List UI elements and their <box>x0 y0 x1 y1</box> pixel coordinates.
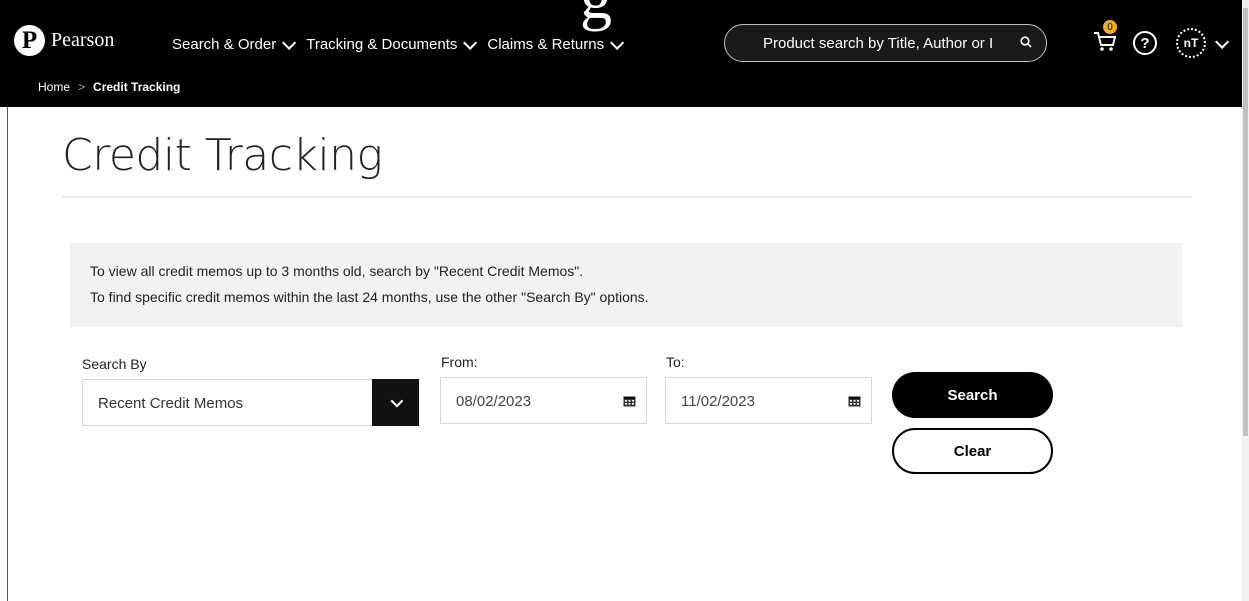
from-date-field[interactable]: 08/02/2023 <box>440 377 647 424</box>
user-avatar[interactable]: nT <box>1176 28 1206 58</box>
from-label: From: <box>441 354 478 370</box>
nav-search-order[interactable]: Search & Order <box>172 35 297 53</box>
search-icon[interactable] <box>1020 36 1032 48</box>
to-label: To: <box>666 354 685 370</box>
pearson-logo-icon: P <box>14 25 45 56</box>
nav-claims-returns-label: Claims & Returns <box>487 36 605 53</box>
pearson-logo-text: Pearson <box>51 29 115 51</box>
to-date-field[interactable]: 11/02/2023 <box>665 377 872 424</box>
breadcrumb: Home > Credit Tracking <box>38 80 180 94</box>
nav-search-order-label: Search & Order <box>172 36 277 53</box>
calendar-icon[interactable] <box>623 395 636 407</box>
page-title: Credit Tracking <box>62 130 383 181</box>
pearson-logo[interactable]: P Pearson <box>14 25 114 56</box>
title-divider <box>62 196 1192 198</box>
chevron-down-icon <box>390 394 404 408</box>
breadcrumb-separator: > <box>78 80 86 94</box>
chevron-down-icon <box>610 35 625 50</box>
nav-claims-returns[interactable]: Claims & Returns <box>487 35 625 53</box>
from-date-value: 08/02/2023 <box>456 393 532 410</box>
breadcrumb-current: Credit Tracking <box>93 80 181 94</box>
to-date-value: 11/02/2023 <box>681 393 755 410</box>
product-search <box>724 24 1047 62</box>
chevron-down-icon <box>282 35 297 50</box>
main-nav: Search & Order Tracking & Documents Clai… <box>172 35 625 53</box>
chevron-down-icon <box>463 35 478 50</box>
breadcrumb-home[interactable]: Home <box>38 80 70 94</box>
calendar-icon[interactable] <box>848 395 861 407</box>
scrollbar-thumb[interactable] <box>1243 8 1248 436</box>
top-header: g P Pearson Search & Order Tracking & Do… <box>0 0 1242 107</box>
clear-button[interactable]: Clear <box>892 428 1053 474</box>
left-border <box>7 107 8 601</box>
product-search-input[interactable] <box>761 33 1025 53</box>
nav-tracking-documents-label: Tracking & Documents <box>306 36 458 53</box>
cart-count-badge: 0 <box>1103 20 1117 34</box>
search-by-value: Recent Credit Memos <box>98 395 244 412</box>
search-button[interactable]: Search <box>892 372 1053 418</box>
nav-tracking-documents[interactable]: Tracking & Documents <box>306 35 478 53</box>
chevron-down-icon[interactable] <box>1215 34 1230 49</box>
help-icon[interactable]: ? <box>1133 31 1157 55</box>
info-line-2: To find specific credit memos within the… <box>90 289 649 305</box>
search-by-select[interactable]: Recent Credit Memos <box>82 379 419 426</box>
search-by-dropdown-button[interactable] <box>372 379 419 426</box>
info-line-1: To view all credit memos up to 3 months … <box>90 263 584 279</box>
header-ghost-glyph: g <box>580 0 612 34</box>
info-panel: To view all credit memos up to 3 months … <box>70 243 1182 327</box>
search-by-label: Search By <box>82 356 147 372</box>
